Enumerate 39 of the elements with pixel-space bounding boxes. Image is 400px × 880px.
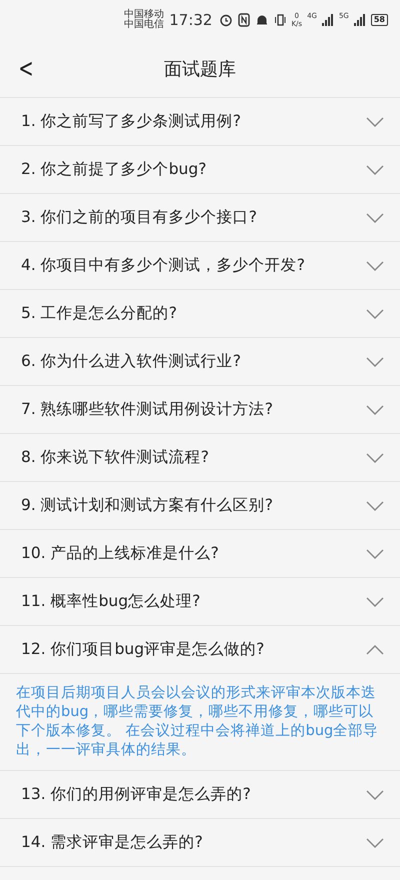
question-title: 11. 概率性bug怎么处理? <box>21 591 200 612</box>
question-title: 1. 你之前写了多少条测试用例? <box>21 111 241 132</box>
question-item[interactable]: 9. 测试计划和测试方案有什么区别? <box>0 482 400 530</box>
vibrate-icon <box>274 13 286 27</box>
question-item[interactable]: 8. 你来说下软件测试流程? <box>0 434 400 482</box>
question-item[interactable]: 14. 需求评审是怎么弄的? <box>0 819 400 867</box>
question-title: 6. 你为什么进入软件测试行业? <box>21 351 241 372</box>
signal-icon <box>322 14 334 26</box>
nfc-icon <box>238 13 250 27</box>
back-button[interactable]: < <box>7 54 41 84</box>
question-title: 12. 你们项目bug评审是怎么做的? <box>21 639 264 660</box>
question-title: 2. 你之前提了多少个bug? <box>21 159 206 180</box>
question-title: 10. 产品的上线标准是什么? <box>21 543 219 564</box>
signal-icon <box>354 14 366 26</box>
question-item[interactable]: 5. 工作是怎么分配的? <box>0 290 400 338</box>
question-item[interactable]: 10. 产品的上线标准是什么? <box>0 530 400 578</box>
question-item[interactable]: 2. 你之前提了多少个bug? <box>0 146 400 194</box>
question-title: 7. 熟练哪些软件测试用例设计方法? <box>21 399 273 420</box>
status-time: 17:32 <box>169 11 212 29</box>
question-title: 8. 你来说下软件测试流程? <box>21 447 209 468</box>
question-title: 9. 测试计划和测试方案有什么区别? <box>21 495 273 516</box>
answer-text: 在项目后期项目人员会以会议的形式来评审本次版本迭代中的bug，哪些需要修复，哪些不用修复，哪些可以下个版本修复。 在会议过程中会将禅道上的bug全部导出，一一评审具体的结果。 <box>0 674 400 771</box>
question-title: 14. 需求评审是怎么弄的? <box>21 832 203 853</box>
carrier-names: 中国移动 中国电信 <box>124 10 164 30</box>
question-title: 13. 你们的用例评审是怎么弄的? <box>21 784 251 805</box>
question-title: 3. 你们之前的项目有多少个接口? <box>21 207 257 228</box>
question-title: 4. 你项目中有多少个测试，多少个开发? <box>21 255 305 276</box>
battery-level: 58 <box>370 14 388 26</box>
question-item[interactable]: 4. 你项目中有多少个测试，多少个开发? <box>0 242 400 290</box>
question-item[interactable]: 7. 熟练哪些软件测试用例设计方法? <box>0 386 400 434</box>
question-item[interactable]: 6. 你为什么进入软件测试行业? <box>0 338 400 386</box>
page-title: 面试题库 <box>164 58 236 80</box>
question-item[interactable]: 11. 概率性bug怎么处理? <box>0 578 400 626</box>
question-item[interactable]: 1. 你之前写了多少条测试用例? <box>0 98 400 146</box>
question-item[interactable]: 13. 你们的用例评审是怎么弄的? <box>0 771 400 819</box>
question-item[interactable]: 3. 你们之前的项目有多少个接口? <box>0 194 400 242</box>
alarm-clock-icon <box>219 13 234 27</box>
question-title: 5. 工作是怎么分配的? <box>21 303 177 324</box>
question-item[interactable]: 12. 你们项目bug评审是怎么做的? <box>0 626 400 674</box>
